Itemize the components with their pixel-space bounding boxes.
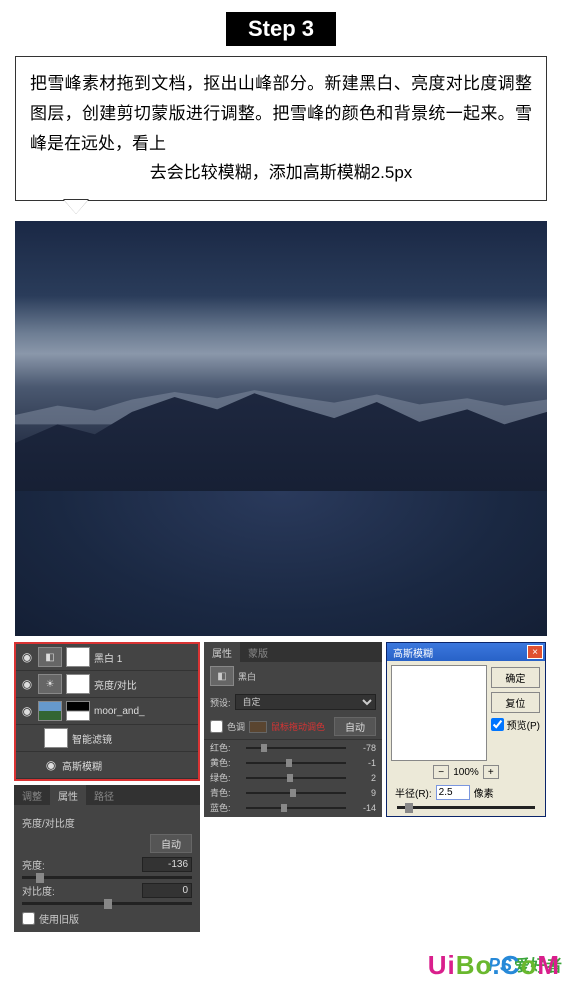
tab-mask[interactable]: 蒙版: [240, 642, 276, 662]
frozen-ground: [15, 491, 547, 636]
brightness-input[interactable]: [142, 857, 192, 872]
wm-char: C: [501, 950, 521, 980]
dialog-title: 高斯模糊: [393, 645, 433, 660]
adjustment-brightness-icon: ☀: [38, 674, 62, 694]
ok-button[interactable]: 确定: [491, 667, 540, 688]
speech-tail: [64, 200, 88, 214]
visibility-icon[interactable]: ◉: [20, 704, 34, 718]
layer-mask-thumb[interactable]: [66, 647, 90, 667]
zoom-value: 100%: [453, 767, 479, 778]
radius-slider[interactable]: [397, 806, 535, 809]
blue-label: 蓝色:: [210, 801, 242, 814]
bw-title: 黑白: [238, 670, 256, 683]
bw-icon: ◧: [210, 666, 234, 686]
cyan-slider[interactable]: [246, 792, 346, 794]
contrast-input[interactable]: [142, 883, 192, 898]
radius-label: 半径(R):: [395, 785, 432, 800]
tab-properties[interactable]: 属性: [50, 785, 86, 805]
red-value: -78: [350, 743, 376, 753]
layer-gaussian-filter[interactable]: ◉ 高斯模糊: [16, 752, 198, 779]
contrast-slider[interactable]: [22, 902, 192, 905]
contrast-label: 对比度:: [22, 883, 55, 898]
layer-blackwhite[interactable]: ◉ ◧ 黑白 1: [16, 644, 198, 671]
tab-paths[interactable]: 路径: [86, 785, 122, 805]
legacy-label: 使用旧版: [39, 911, 79, 926]
tab-properties[interactable]: 属性: [204, 642, 240, 662]
tint-hint: 鼠标拖动调色: [271, 720, 325, 733]
layer-brightness[interactable]: ◉ ☀ 亮度/对比: [16, 671, 198, 698]
brightness-slider[interactable]: [22, 876, 192, 879]
cancel-button[interactable]: 复位: [491, 692, 540, 713]
composite-preview-image: [15, 221, 547, 636]
watermark-url: UiBo.CoM: [428, 950, 560, 981]
brightness-contrast-panel: 调整 属性 路径 亮度/对比度 自动 亮度: 对比度:: [14, 785, 200, 932]
layer-name: 亮度/对比: [94, 677, 137, 692]
blue-slider[interactable]: [246, 807, 346, 809]
smartobject-thumb[interactable]: [38, 701, 62, 721]
tint-checkbox[interactable]: [210, 720, 223, 733]
red-label: 红色:: [210, 741, 242, 754]
tint-label: 色调: [227, 720, 245, 733]
wm-char: o: [476, 950, 493, 980]
blackwhite-properties-panel: 属性 蒙版 ◧ 黑白 预设: 自定 色调 鼠标拖动调色 自动 红色: -78 黄色…: [204, 642, 382, 817]
yellow-label: 黄色:: [210, 756, 242, 769]
layer-smartobject[interactable]: ◉ moor_and_: [16, 698, 198, 725]
adjustment-bw-icon: ◧: [38, 647, 62, 667]
wm-char: i: [448, 950, 456, 980]
visibility-icon[interactable]: ◉: [44, 758, 58, 772]
panel-tabs: 调整 属性 路径: [14, 785, 200, 805]
legacy-checkbox[interactable]: [22, 912, 35, 925]
zoom-in-button[interactable]: +: [483, 765, 499, 779]
blur-preview-area: [391, 665, 487, 761]
bw-auto-button[interactable]: 自动: [334, 717, 376, 736]
gaussian-blur-dialog: 高斯模糊 × 确定 复位 预览(P) − 100% + 半径(R): 像素: [386, 642, 546, 817]
cyan-label: 青色:: [210, 786, 242, 799]
layer-name: moor_and_: [94, 706, 145, 717]
tab-adjustments[interactable]: 调整: [14, 785, 50, 805]
layer-mask-thumb[interactable]: [66, 701, 90, 721]
description-text: 把雪峰素材拖到文档，抠出山峰部分。新建黑白、亮度对比度调整图层，创建剪切蒙版进行…: [30, 74, 532, 153]
close-icon[interactable]: ×: [527, 645, 543, 659]
panel-title: 亮度/对比度: [22, 815, 75, 830]
step-header: Step 3: [0, 0, 562, 46]
green-slider[interactable]: [246, 777, 346, 779]
description-last-line: 去会比较模糊，添加高斯模糊2.5px: [30, 158, 532, 188]
radius-unit: 像素: [474, 785, 494, 800]
dialog-titlebar[interactable]: 高斯模糊 ×: [387, 643, 545, 661]
yellow-value: -1: [350, 758, 376, 768]
layer-name: 黑白 1: [94, 650, 122, 665]
wm-char: B: [456, 950, 476, 980]
wm-char: o: [520, 950, 537, 980]
layer-name: 智能滤镜: [72, 731, 112, 746]
zoom-out-button[interactable]: −: [433, 765, 449, 779]
layer-name: 高斯模糊: [62, 758, 102, 773]
ui-panels-row: ◉ ◧ 黑白 1 ◉ ☀ 亮度/对比 ◉ moor_and_ 智能滤镜: [0, 642, 562, 817]
visibility-icon[interactable]: ◉: [20, 650, 34, 664]
tint-swatch[interactable]: [249, 721, 267, 733]
layer-mask-thumb[interactable]: [66, 674, 90, 694]
step-badge: Step 3: [226, 12, 336, 46]
auto-button[interactable]: 自动: [150, 834, 192, 853]
wm-char: U: [428, 950, 448, 980]
visibility-icon[interactable]: ◉: [20, 677, 34, 691]
wm-char: .: [492, 950, 500, 980]
green-label: 绿色:: [210, 771, 242, 784]
green-value: 2: [350, 773, 376, 783]
yellow-slider[interactable]: [246, 762, 346, 764]
layer-smartfilters[interactable]: 智能滤镜: [16, 725, 198, 752]
preview-checkbox[interactable]: [491, 718, 504, 731]
wm-char: M: [537, 950, 560, 980]
layers-panel: ◉ ◧ 黑白 1 ◉ ☀ 亮度/对比 ◉ moor_and_ 智能滤镜: [14, 642, 200, 781]
preset-select[interactable]: 自定: [235, 694, 376, 710]
description-box: 把雪峰素材拖到文档，抠出山峰部分。新建黑白、亮度对比度调整图层，创建剪切蒙版进行…: [15, 56, 547, 201]
blue-value: -14: [350, 803, 376, 813]
preview-label: 预览(P): [507, 717, 540, 732]
preset-label: 预设:: [210, 696, 231, 709]
filter-mask-thumb[interactable]: [44, 728, 68, 748]
brightness-label: 亮度:: [22, 857, 45, 872]
radius-input[interactable]: [436, 785, 470, 800]
cyan-value: 9: [350, 788, 376, 798]
red-slider[interactable]: [246, 747, 346, 749]
